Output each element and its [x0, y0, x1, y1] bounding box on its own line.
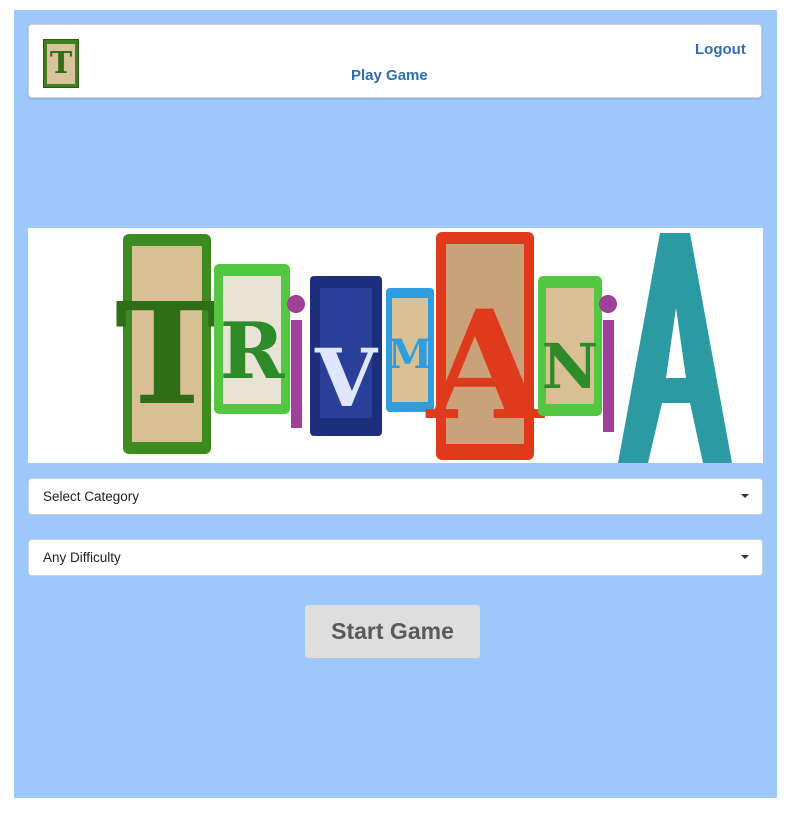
block-v: V [310, 276, 382, 436]
play-game-link[interactable]: Play Game [351, 67, 428, 84]
svg-text:M: M [388, 331, 432, 378]
svg-text:R: R [220, 306, 286, 397]
block-a-red: A [425, 232, 546, 460]
logout-link[interactable]: Logout [695, 41, 746, 58]
start-game-button[interactable]: Start Game [305, 605, 480, 658]
difficulty-select[interactable]: Any Difficulty [28, 539, 763, 576]
category-select-value: Select Category [43, 489, 140, 504]
logo-icon[interactable]: T [43, 39, 79, 88]
svg-text:N: N [542, 330, 599, 403]
chevron-down-icon [741, 555, 749, 559]
top-navbar: T Play Game Logout [28, 24, 762, 98]
block-r: R [214, 264, 290, 414]
logo-letter: T [47, 43, 75, 84]
banner-graphic: T R V M A N [115, 232, 732, 463]
chevron-down-icon [741, 494, 749, 498]
svg-text:T: T [115, 273, 219, 437]
block-t: T [115, 234, 219, 454]
letter-a-teal [618, 233, 732, 463]
category-select[interactable]: Select Category [28, 478, 763, 515]
svg-text:A: A [425, 278, 546, 454]
svg-text:V: V [314, 331, 379, 425]
block-n: N [538, 276, 602, 416]
difficulty-select-value: Any Difficulty [43, 550, 121, 565]
trivmania-banner-image: T R V M A N [28, 228, 763, 463]
app-container: T Play Game Logout T R V M A N Select Ca… [14, 10, 777, 798]
